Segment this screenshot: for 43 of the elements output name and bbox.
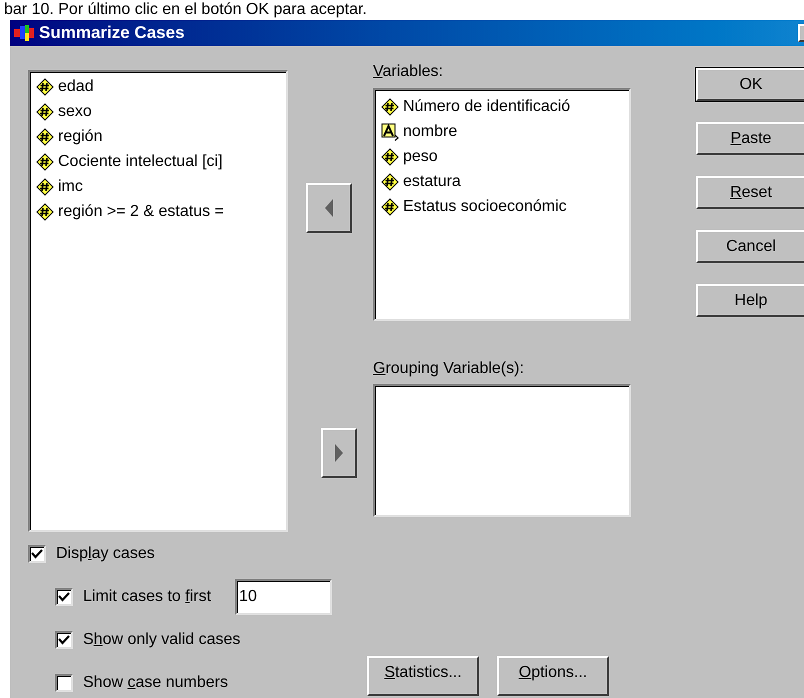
variable-name[interactable]: peso	[403, 144, 438, 168]
dialog-button[interactable]: Options...	[497, 656, 609, 696]
variable-name[interactable]: sexo	[58, 100, 92, 124]
letter-a-icon	[381, 122, 399, 140]
move-right-button[interactable]	[321, 428, 357, 478]
variables-label: Variables:	[373, 62, 444, 82]
move-left-button[interactable]	[306, 183, 352, 233]
variable-name[interactable]: Estatus socioeconómic	[403, 194, 567, 218]
checkbox[interactable]	[55, 631, 73, 649]
caption-text: bar 10. Por último clic en el botón OK para aceptar.	[4, 1, 367, 19]
variable-name[interactable]: imc	[58, 174, 83, 198]
checkbox-label[interactable]: Show case numbers	[83, 671, 228, 695]
dialog-button[interactable]: Statistics...	[367, 656, 479, 696]
dialog-button[interactable]: OK	[696, 68, 804, 101]
checkbox-label[interactable]: Show only valid cases	[83, 628, 240, 652]
grouping-list[interactable]	[373, 384, 631, 517]
window-title: Summarize Cases	[39, 22, 185, 44]
variables-list[interactable]: Número de identificació nombre peso estatura Estatus socioeconómic	[373, 88, 631, 321]
variable-name[interactable]: nombre	[403, 120, 458, 144]
number-field[interactable]: 10	[235, 579, 332, 615]
checkbox-label[interactable]: Limit cases to first	[83, 585, 212, 609]
variable-name[interactable]: Cociente intelectual [ci]	[58, 150, 223, 174]
checkbox[interactable]	[28, 545, 46, 563]
dialog-button[interactable]: Reset	[696, 176, 804, 209]
checkmark-icon	[58, 592, 70, 602]
dialog-button[interactable]: Help	[696, 284, 804, 317]
variable-name[interactable]: región	[58, 124, 102, 148]
variable-name[interactable]: Número de identificació	[403, 94, 570, 118]
grouping-label: Grouping Variable(s):	[373, 359, 525, 379]
checkmark-icon	[31, 549, 43, 559]
right-arrow-icon	[334, 443, 344, 463]
dialog-button[interactable]: Paste	[696, 122, 804, 155]
checkbox[interactable]	[55, 674, 73, 692]
left-arrow-icon	[324, 198, 334, 218]
checkbox[interactable]	[55, 588, 73, 606]
app-icon	[13, 24, 35, 42]
checkmark-icon	[58, 635, 70, 645]
source-variable-list[interactable]: edad sexo región Cociente intelectual [ci] imc región >= 2 & estatus =	[28, 70, 288, 532]
variable-name[interactable]: estatura	[403, 170, 461, 194]
dialog-button[interactable]: Cancel	[696, 230, 804, 263]
variable-name[interactable]: edad	[58, 74, 94, 98]
variable-name[interactable]: región >= 2 & estatus =	[58, 200, 224, 224]
checkbox-label[interactable]: Display cases	[56, 542, 155, 566]
